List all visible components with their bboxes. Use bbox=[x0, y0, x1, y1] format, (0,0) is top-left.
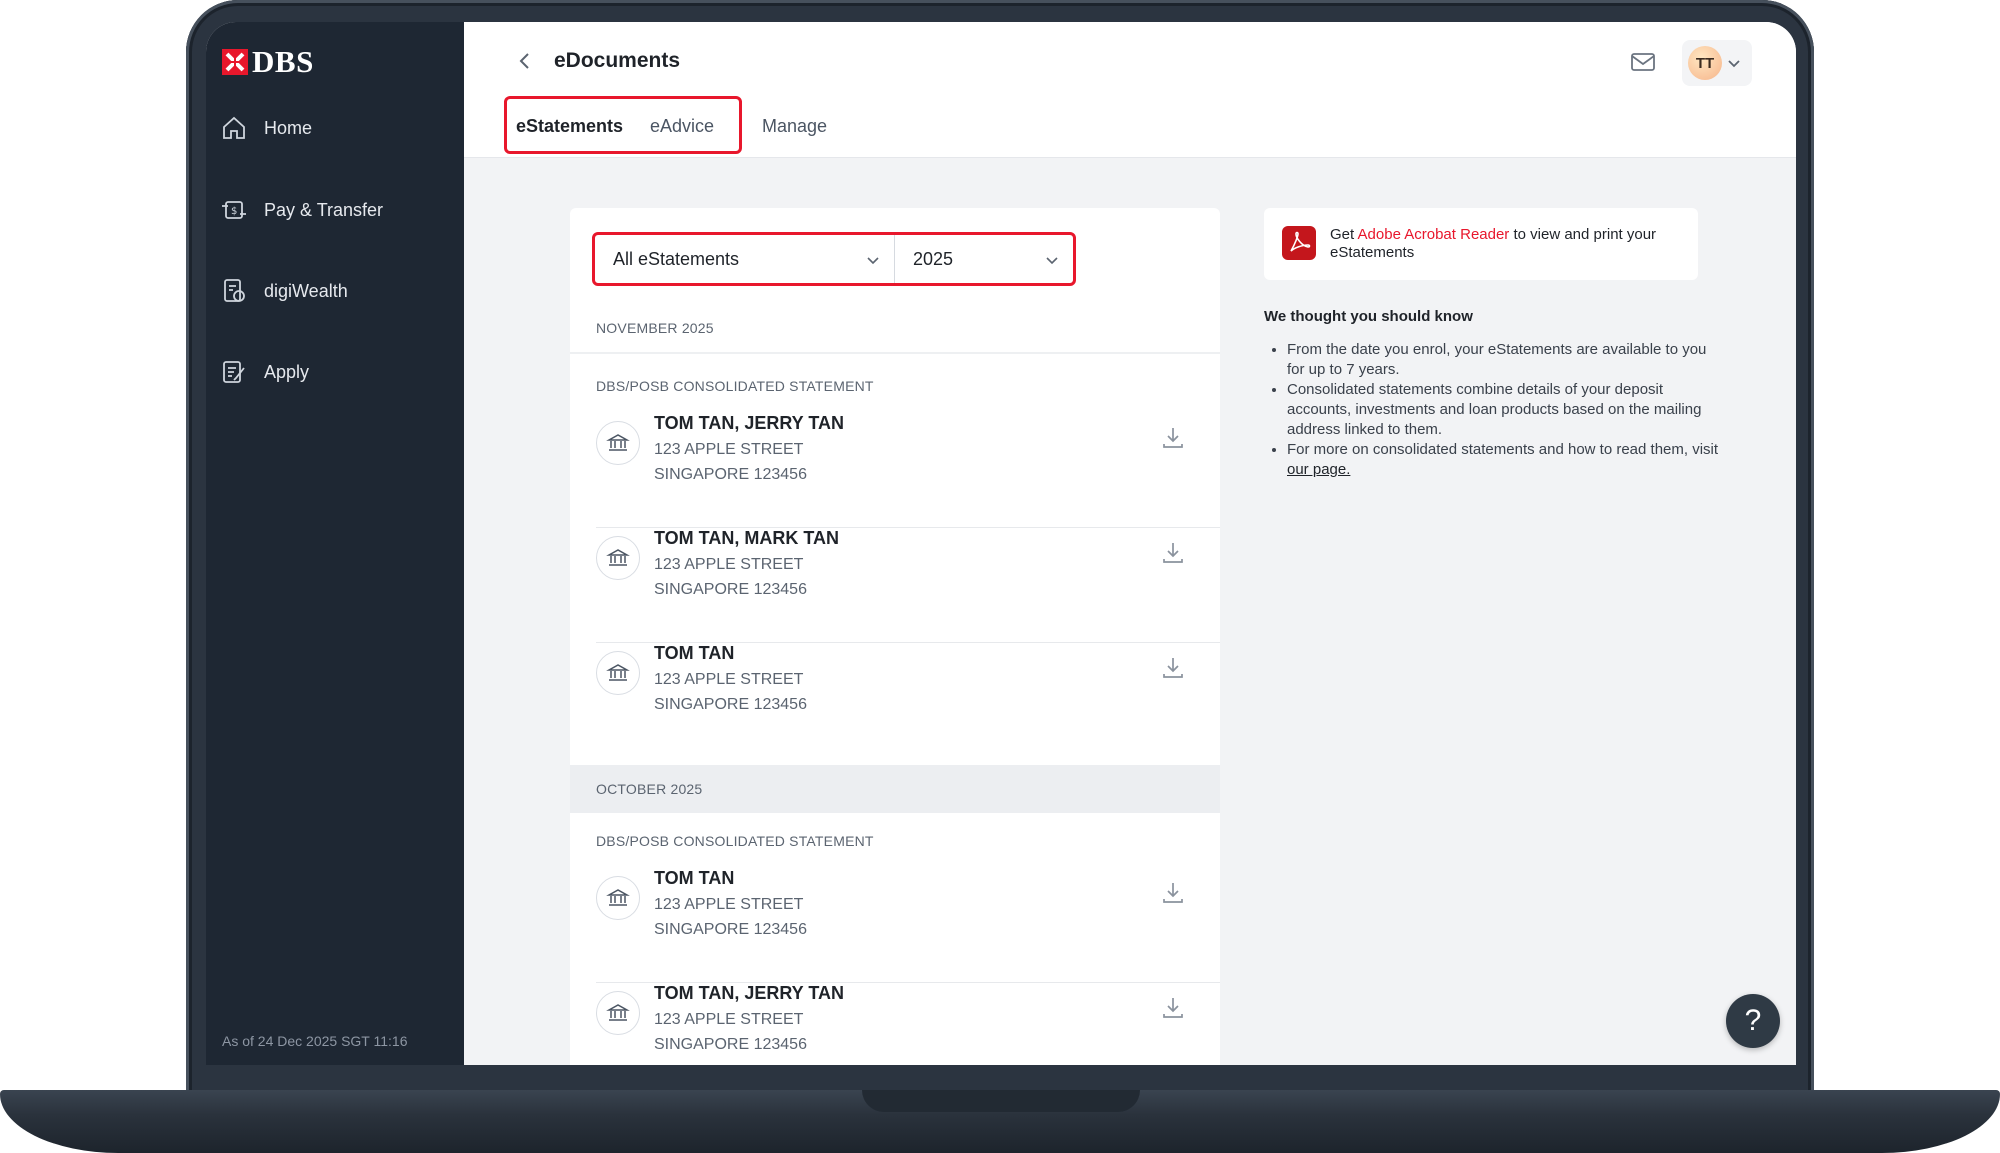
our-page-link[interactable]: our page. bbox=[1287, 461, 1350, 478]
statement-type-select[interactable]: All eStatements bbox=[595, 235, 895, 283]
pay-transfer-icon: $ bbox=[222, 201, 246, 219]
app-screen: DBS Home $ Pay & Transfer digiWealth App… bbox=[206, 22, 1796, 1065]
sidebar-item-label: Pay & Transfer bbox=[264, 199, 384, 220]
dbs-logo[interactable]: DBS bbox=[222, 44, 314, 80]
statement-address-line2: SINGAPORE 123456 bbox=[654, 696, 807, 713]
statements-card: All eStatements 2025 NOVEMBER 2025 DBS/P… bbox=[570, 208, 1220, 1065]
statement-category-label: DBS/POSB CONSOLIDATED STATEMENT bbox=[596, 378, 874, 394]
year-select[interactable]: 2025 bbox=[895, 235, 1073, 283]
statement-row[interactable]: TOM TAN, MARK TAN 123 APPLE STREET SINGA… bbox=[570, 528, 1220, 643]
statement-address-line1: 123 APPLE STREET bbox=[654, 896, 804, 913]
statement-name: TOM TAN bbox=[654, 868, 735, 888]
bank-icon bbox=[596, 876, 640, 920]
download-icon[interactable] bbox=[1160, 880, 1186, 906]
bank-icon bbox=[596, 421, 640, 465]
filter-bar: All eStatements 2025 bbox=[592, 232, 1076, 286]
acrobat-prefix: Get bbox=[1330, 226, 1358, 243]
apply-icon bbox=[223, 361, 245, 383]
chevron-down-icon bbox=[1046, 257, 1058, 265]
info-bullet: From the date you enrol, your eStatement… bbox=[1287, 340, 1727, 380]
sidebar-item-pay-transfer[interactable]: $ Pay & Transfer bbox=[220, 196, 383, 224]
download-icon[interactable] bbox=[1160, 425, 1186, 451]
bank-icon bbox=[596, 651, 640, 695]
profile-menu[interactable]: TT bbox=[1682, 40, 1752, 86]
adobe-acrobat-link[interactable]: Adobe Acrobat Reader bbox=[1358, 226, 1510, 243]
statement-row[interactable]: TOM TAN, JERRY TAN 123 APPLE STREET SING… bbox=[570, 413, 1220, 528]
download-icon[interactable] bbox=[1160, 995, 1186, 1021]
download-icon[interactable] bbox=[1160, 540, 1186, 566]
sidebar-item-label: Home bbox=[264, 117, 313, 138]
sidebar-item-home[interactable]: Home bbox=[220, 114, 312, 142]
sidebar-item-label: Apply bbox=[264, 361, 310, 382]
header: eDocuments TT eStatements eAdvice Manage bbox=[464, 22, 1796, 158]
dbs-star-icon bbox=[222, 49, 248, 75]
statement-name: TOM TAN, JERRY TAN bbox=[654, 983, 845, 1003]
svg-text:$: $ bbox=[231, 206, 237, 217]
statement-name: TOM TAN, MARK TAN bbox=[654, 528, 839, 548]
acrobat-message: Get Adobe Acrobat Reader to view and pri… bbox=[1330, 226, 1670, 262]
laptop-notch bbox=[862, 1090, 1140, 1112]
acrobat-reader-card: Get Adobe Acrobat Reader to view and pri… bbox=[1264, 208, 1698, 280]
tab-eadvice[interactable]: eAdvice bbox=[650, 116, 714, 137]
download-icon[interactable] bbox=[1160, 655, 1186, 681]
sidebar-item-apply[interactable]: Apply bbox=[220, 358, 309, 386]
logo-text: DBS bbox=[252, 44, 314, 79]
info-bullet: Consolidated statements combine details … bbox=[1287, 380, 1727, 440]
info-title: We thought you should know bbox=[1264, 308, 1473, 325]
divider bbox=[570, 352, 1220, 354]
as-of-timestamp: As of 24 Dec 2025 SGT 11:16 bbox=[222, 1033, 408, 1049]
back-chevron-icon[interactable] bbox=[514, 50, 536, 72]
statement-row[interactable]: TOM TAN 123 APPLE STREET SINGAPORE 12345… bbox=[570, 643, 1220, 758]
statement-address-line1: 123 APPLE STREET bbox=[654, 671, 804, 688]
tab-estatements[interactable]: eStatements bbox=[516, 116, 623, 137]
help-button[interactable]: ? bbox=[1726, 994, 1780, 1048]
statement-address-line2: SINGAPORE 123456 bbox=[654, 921, 807, 938]
statement-row[interactable]: TOM TAN, JERRY TAN 123 APPLE STREET SING… bbox=[570, 983, 1220, 1065]
year-value: 2025 bbox=[913, 248, 954, 269]
statement-address-line1: 123 APPLE STREET bbox=[654, 441, 804, 458]
tab-manage[interactable]: Manage bbox=[762, 116, 827, 137]
chevron-down-icon bbox=[1728, 60, 1740, 68]
statement-name: TOM TAN bbox=[654, 643, 735, 663]
statement-address-line2: SINGAPORE 123456 bbox=[654, 581, 807, 598]
month-header: OCTOBER 2025 bbox=[570, 765, 1220, 813]
info-list: From the date you enrol, your eStatement… bbox=[1264, 340, 1727, 480]
pdf-acrobat-icon bbox=[1282, 226, 1316, 260]
avatar: TT bbox=[1688, 46, 1722, 80]
mail-icon[interactable] bbox=[1630, 50, 1656, 74]
sidebar-item-label: digiWealth bbox=[264, 280, 348, 301]
month-header: NOVEMBER 2025 bbox=[596, 320, 714, 336]
home-icon bbox=[223, 116, 245, 139]
page-title: eDocuments bbox=[554, 49, 681, 72]
statement-address-line1: 123 APPLE STREET bbox=[654, 1011, 804, 1028]
bank-icon bbox=[596, 991, 640, 1035]
statement-row[interactable]: TOM TAN 123 APPLE STREET SINGAPORE 12345… bbox=[570, 868, 1220, 983]
statement-type-value: All eStatements bbox=[613, 248, 740, 269]
chevron-down-icon bbox=[867, 257, 879, 265]
digiwealth-icon bbox=[224, 279, 245, 302]
statement-address-line2: SINGAPORE 123456 bbox=[654, 1036, 807, 1053]
sidebar: DBS Home $ Pay & Transfer digiWealth App… bbox=[206, 22, 464, 1065]
bank-icon bbox=[596, 536, 640, 580]
info-bullet: For more on consolidated statements and … bbox=[1287, 440, 1727, 480]
statement-address-line1: 123 APPLE STREET bbox=[654, 556, 804, 573]
statement-category-label: DBS/POSB CONSOLIDATED STATEMENT bbox=[596, 833, 874, 849]
statement-address-line2: SINGAPORE 123456 bbox=[654, 466, 807, 483]
statement-name: TOM TAN, JERRY TAN bbox=[654, 413, 845, 433]
info-bullet-text: For more on consolidated statements and … bbox=[1287, 441, 1719, 458]
sidebar-item-digiwealth[interactable]: digiWealth bbox=[220, 277, 348, 305]
